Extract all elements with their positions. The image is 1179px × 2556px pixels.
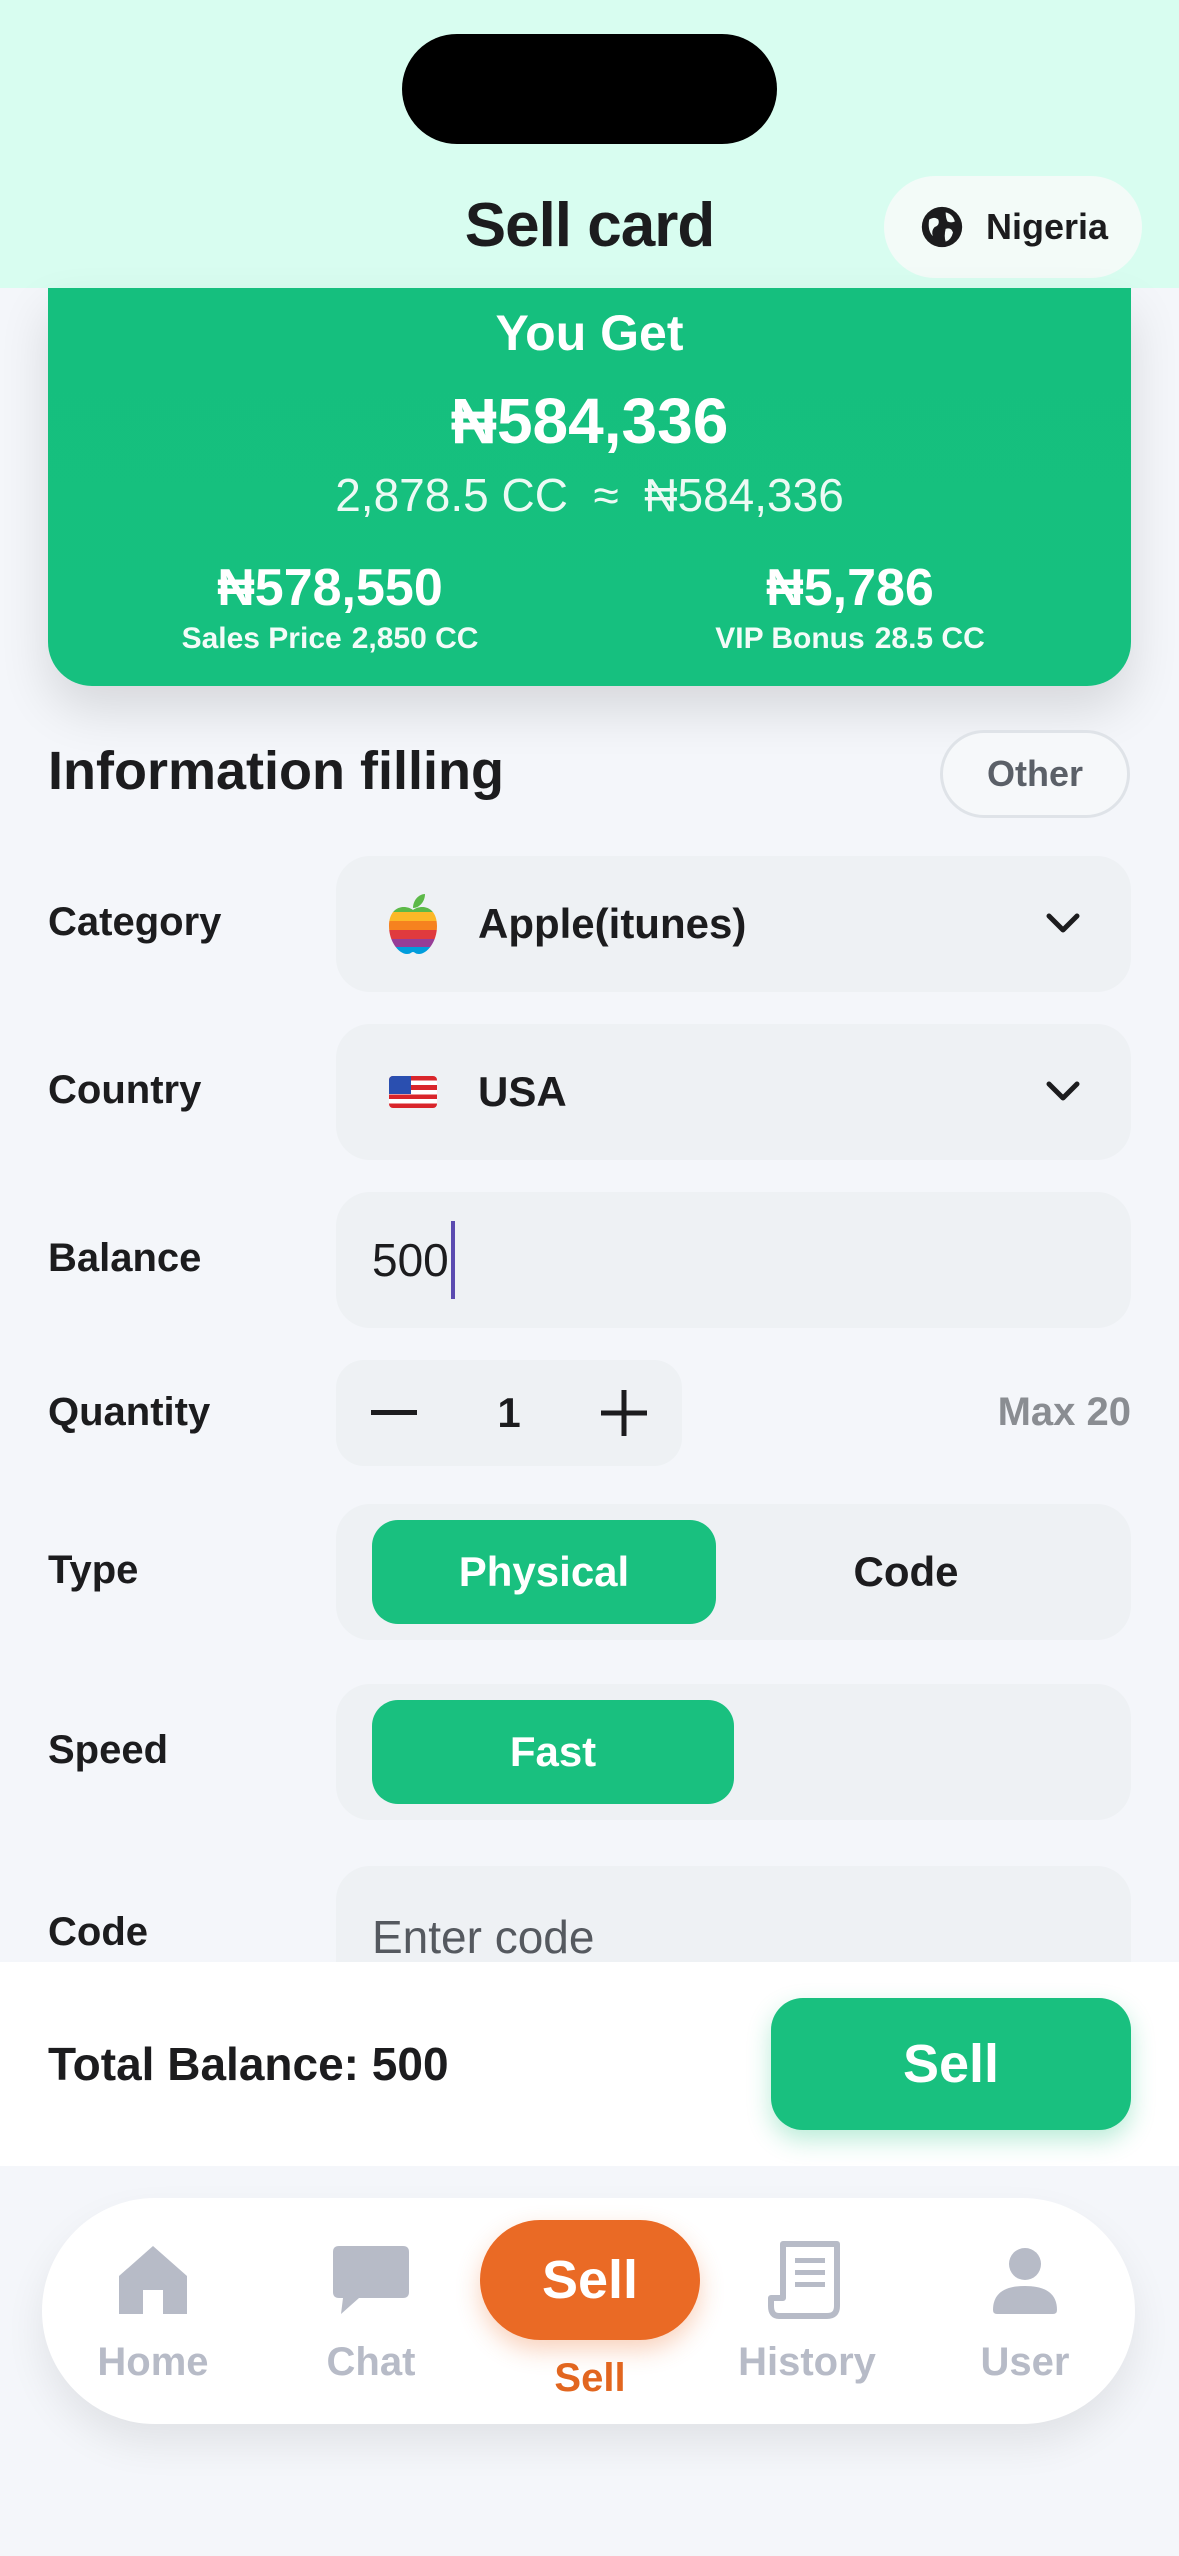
code-label: Code (48, 1910, 148, 1954)
increment-button[interactable] (566, 1360, 682, 1466)
plus-icon (601, 1390, 647, 1436)
apple-logo-icon (389, 894, 437, 954)
tab-sell-label: Sell (554, 2356, 626, 2400)
sales-price-value: ₦578,550 (217, 559, 443, 617)
you-get-conversion: 2,878.5 CC ≈ ₦584,336 (335, 469, 844, 521)
us-flag-icon (389, 1076, 437, 1108)
type-option-physical[interactable]: Physical (372, 1520, 716, 1624)
user-icon (993, 2248, 1057, 2314)
sales-price-block: ₦578,550 Sales Price 2,850 CC (70, 558, 590, 656)
category-label: Category (48, 900, 222, 944)
speed-selector: Fast (336, 1684, 1131, 1820)
sales-price-cc: 2,850 CC (351, 622, 479, 655)
total-balance: Total Balance: 500 (48, 2038, 449, 2090)
home-icon (119, 2246, 187, 2314)
total-bar: Total Balance: 500 Sell (0, 1962, 1179, 2166)
vip-bonus-cc: 28.5 CC (874, 622, 985, 655)
quantity-label: Quantity (48, 1390, 211, 1434)
tab-user[interactable]: User (916, 2198, 1134, 2424)
you-get-label: You Get (495, 305, 684, 361)
you-get-amount: ₦584,336 (450, 385, 729, 457)
country-value: USA (478, 1068, 567, 1115)
tab-home[interactable]: Home (44, 2198, 262, 2424)
region-label: Nigeria (986, 206, 1109, 247)
balance-input[interactable]: 500 (336, 1192, 1131, 1328)
region-selector[interactable]: Nigeria (884, 176, 1142, 278)
category-select[interactable]: Apple(itunes) (336, 856, 1131, 992)
vip-bonus-value: ₦5,786 (766, 559, 934, 617)
tab-chat[interactable]: Chat (262, 2198, 480, 2424)
you-get-card: You Get ₦584,336 2,878.5 CC ≈ ₦584,336 ₦… (48, 288, 1131, 686)
category-value: Apple(itunes) (478, 900, 747, 947)
balance-value: 500 (372, 1234, 449, 1286)
speed-label: Speed (48, 1728, 169, 1772)
header: Sell card Nigeria (0, 0, 1179, 288)
vip-bonus-label: VIP Bonus (715, 622, 865, 655)
tab-history[interactable]: History (698, 2198, 916, 2424)
chevron-down-icon (1046, 913, 1080, 933)
quantity-stepper: 1 (336, 1360, 682, 1466)
minus-icon (371, 1410, 417, 1415)
tab-chat-label: Chat (326, 2340, 416, 2384)
dynamic-island (402, 34, 777, 144)
text-caret (450, 1221, 455, 1299)
country-select[interactable]: USA (336, 1024, 1131, 1160)
globe-icon (921, 206, 963, 248)
type-option-code[interactable]: Code (716, 1520, 1096, 1624)
tab-home-label: Home (97, 2340, 209, 2384)
section-title: Information filling (48, 741, 504, 801)
type-label: Type (48, 1548, 139, 1592)
vip-bonus-block: ₦5,786 VIP Bonus 28.5 CC (590, 558, 1110, 656)
max-quantity-label: Max 20 (997, 1390, 1131, 1434)
speed-option-fast[interactable]: Fast (372, 1700, 734, 1804)
tab-user-label: User (980, 2340, 1070, 2384)
sales-price-label: Sales Price (181, 622, 342, 655)
other-button[interactable]: Other (940, 730, 1130, 818)
sell-button[interactable]: Sell (771, 1998, 1131, 2130)
chevron-down-icon (1046, 1081, 1080, 1101)
balance-label: Balance (48, 1236, 202, 1280)
bottom-tab-bar: Home Chat Sell Sell History User (42, 2198, 1135, 2424)
tab-sell[interactable]: Sell (480, 2220, 700, 2340)
quantity-value: 1 (497, 1389, 521, 1436)
type-selector: Physical Code (336, 1504, 1131, 1640)
decrement-button[interactable] (336, 1360, 452, 1466)
chat-icon (333, 2246, 409, 2314)
history-icon (768, 2241, 840, 2319)
country-label: Country (48, 1068, 202, 1112)
tab-history-label: History (738, 2340, 876, 2384)
